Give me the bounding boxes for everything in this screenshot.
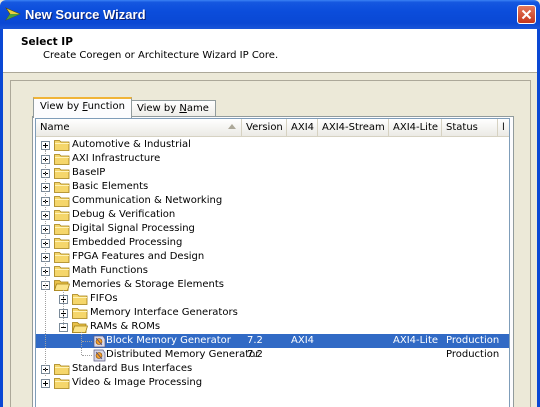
tree-item-label: Basic Elements — [72, 181, 149, 192]
folder-open-icon — [53, 279, 71, 291]
window-title: New Source Wizard — [25, 7, 146, 22]
tree-item-label: Communication & Networking — [72, 195, 223, 206]
tree-item-label: RAMs & ROMs — [90, 321, 161, 332]
tree-connector-line — [82, 341, 92, 342]
tree-item-label: Math Functions — [72, 265, 148, 276]
column-header-axi4-lite[interactable]: AXI4-Lite — [389, 119, 442, 137]
folder-icon — [54, 181, 70, 193]
tree-row[interactable]: FIFOs — [36, 292, 509, 306]
tree-item-label: Memories & Storage Elements — [72, 279, 224, 290]
close-icon — [521, 9, 532, 20]
cell-status: Production — [446, 335, 500, 346]
tree-connector-line — [82, 355, 92, 356]
folder-open-icon — [71, 321, 89, 333]
tree-item-label: AXI Infrastructure — [72, 153, 161, 164]
cell-axi4-lite: AXI4-Lite — [393, 335, 439, 346]
tree-row[interactable]: Memories & Storage Elements — [36, 278, 509, 292]
tree-item-label: Memory Interface Generators — [90, 307, 238, 318]
title-bar: New Source Wizard — [0, 0, 540, 29]
tree-item-label: Block Memory Generator — [106, 335, 231, 346]
tree-item-label: Distributed Memory Generator — [106, 349, 260, 360]
tree-item-label: Embedded Processing — [72, 237, 183, 248]
tree-row[interactable]: Memory Interface Generators — [36, 306, 509, 320]
tab-view-by-function[interactable]: View by Function — [33, 97, 132, 118]
cell-status: Production — [446, 349, 500, 360]
column-header-extra[interactable]: l — [498, 119, 509, 137]
cell-version: 7.2 — [247, 349, 263, 360]
tree-connector-line — [45, 150, 46, 376]
tree-row[interactable]: Standard Bus Interfaces — [36, 362, 509, 376]
folder-icon — [54, 377, 70, 389]
tree-item-label: FIFOs — [90, 293, 118, 304]
tree-row[interactable]: Embedded Processing — [36, 236, 509, 250]
expand-plus-icon[interactable] — [41, 141, 50, 150]
tree-row[interactable]: Basic Elements — [36, 180, 509, 194]
tree-connector-line — [81, 332, 82, 355]
column-header-version[interactable]: Version — [242, 119, 287, 137]
folder-icon — [54, 251, 70, 263]
tree-row[interactable]: Communication & Networking — [36, 194, 509, 208]
tree-row[interactable]: Math Functions — [36, 264, 509, 278]
tree-row[interactable]: Distributed Memory Generator 7.2 Productio… — [36, 348, 509, 362]
cell-axi4: AXI4 — [291, 335, 315, 346]
folder-icon — [54, 363, 70, 375]
tree-row[interactable]: AXI Infrastructure — [36, 152, 509, 166]
tree-item-label: Debug & Verification — [72, 209, 176, 220]
window-frame-left — [0, 29, 3, 407]
tree-row[interactable]: Digital Signal Processing — [36, 222, 509, 236]
tree-row[interactable]: Block Memory Generator 7.2 AXI4 AXI4-Lite Pr… — [36, 334, 509, 348]
folder-icon — [54, 195, 70, 207]
sort-ascending-icon — [228, 124, 236, 129]
folder-icon — [54, 265, 70, 277]
tree-row[interactable]: Automotive & Industrial — [36, 138, 509, 152]
folder-icon — [54, 167, 70, 179]
tree-row[interactable]: FPGA Features and Design — [36, 250, 509, 264]
tree-row[interactable]: Video & Image Processing — [36, 376, 509, 390]
folder-icon — [54, 209, 70, 221]
folder-icon — [54, 153, 70, 165]
page-subtitle: Create Coregen or Architecture Wizard IP… — [43, 50, 279, 61]
folder-icon — [54, 139, 70, 151]
folder-icon — [54, 223, 70, 235]
column-header-axi4[interactable]: AXI4 — [287, 119, 318, 137]
wizard-app-icon — [5, 7, 21, 21]
folder-icon — [72, 307, 88, 319]
expand-plus-icon[interactable] — [41, 379, 50, 388]
column-header-name[interactable]: Name — [36, 119, 242, 137]
cell-version: 7.2 — [247, 335, 263, 346]
close-button[interactable] — [517, 5, 536, 24]
page-title: Select IP — [21, 36, 73, 48]
wizard-header: Select IP Create Coregen or Architecture… — [3, 29, 537, 73]
tree-connector-line — [63, 290, 64, 327]
tree-row[interactable]: RAMs & ROMs — [36, 320, 509, 334]
tree-row[interactable]: Debug & Verification — [36, 208, 509, 222]
tree-item-label: Automotive & Industrial — [72, 139, 191, 150]
folder-icon — [72, 293, 88, 305]
table-header: Name Version AXI4 AXI4-Stream AXI4-Lite … — [36, 119, 509, 137]
tree-item-label: Digital Signal Processing — [72, 223, 195, 234]
column-header-status[interactable]: Status — [442, 119, 498, 137]
tree-item-label: Video & Image Processing — [72, 377, 203, 388]
ip-tree-table[interactable]: Name Version AXI4 AXI4-Stream AXI4-Lite … — [35, 118, 510, 407]
column-header-axi4-stream[interactable]: AXI4-Stream — [318, 119, 389, 137]
folder-icon — [54, 237, 70, 249]
tree-row[interactable]: BaseIP — [36, 166, 509, 180]
tree-item-label: FPGA Features and Design — [72, 251, 205, 262]
tree-item-label: BaseIP — [72, 167, 106, 178]
tree-item-label: Standard Bus Interfaces — [72, 363, 193, 374]
